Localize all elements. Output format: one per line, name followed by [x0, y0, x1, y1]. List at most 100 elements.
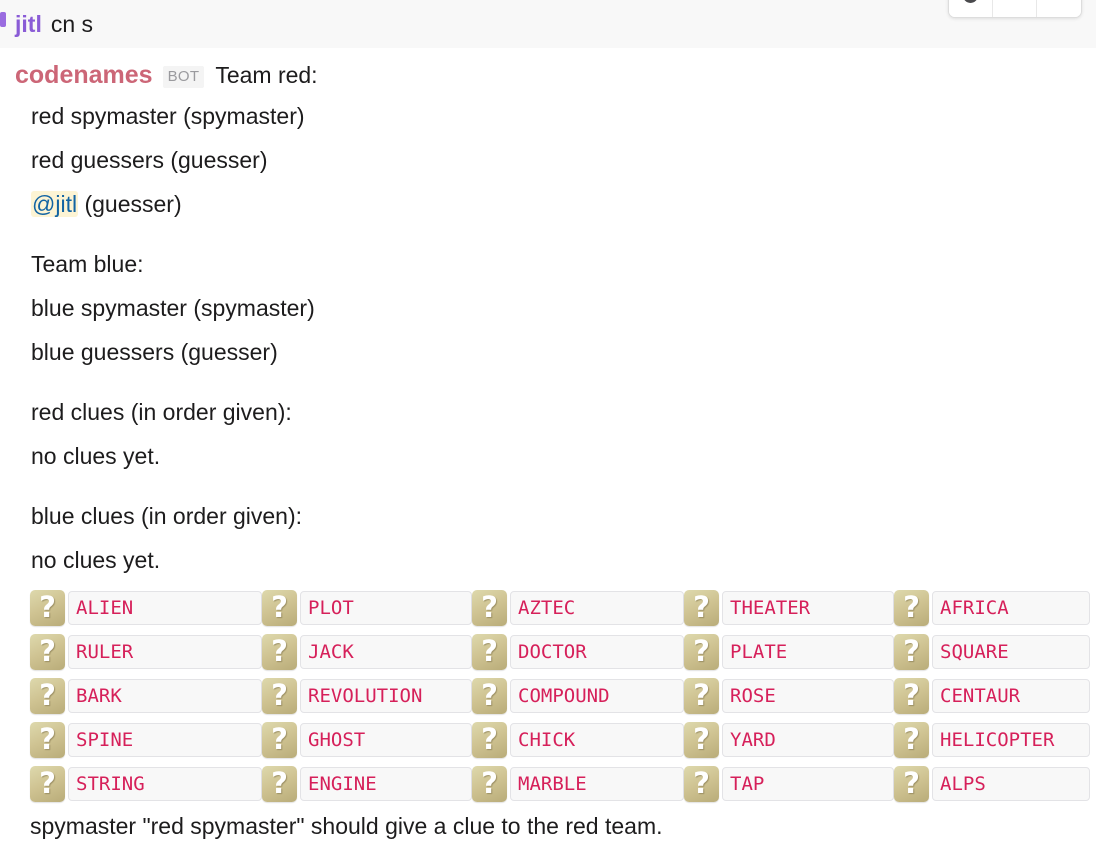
board-card[interactable]: TAP: [684, 766, 894, 802]
board-row: STRING ENGINE MARBLE TAP ALPS: [30, 762, 1090, 806]
board-card-word: PLATE: [722, 635, 894, 669]
board-card[interactable]: PLATE: [684, 634, 894, 670]
board-card-word: REVOLUTION: [300, 679, 472, 713]
board-card[interactable]: STRING: [30, 766, 262, 802]
question-mark-emoji-icon: [262, 722, 297, 758]
question-mark-emoji-icon: [472, 766, 507, 802]
board-row: SPINE GHOST CHICK YARD HELICOPTER: [30, 718, 1090, 762]
codenames-board: ALIEN PLOT AZTEC THEATER AFRICA RULER JACK DOCT…: [30, 586, 1090, 806]
question-mark-emoji-icon: [30, 766, 65, 802]
board-card[interactable]: CHICK: [472, 722, 684, 758]
red-clues-value: no clues yet.: [31, 443, 161, 469]
board-card[interactable]: RULER: [30, 634, 262, 670]
board-card[interactable]: THEATER: [684, 590, 894, 626]
board-card[interactable]: COMPOUND: [472, 678, 684, 714]
board-card-word: AZTEC: [510, 591, 684, 625]
board-row: ALIEN PLOT AZTEC THEATER AFRICA: [30, 586, 1090, 630]
board-card[interactable]: ALPS: [894, 766, 1090, 802]
question-mark-emoji-icon: [472, 590, 507, 626]
emoji-face-icon: [963, 0, 978, 3]
board-card-word: CENTAUR: [932, 679, 1090, 713]
board-card[interactable]: REVOLUTION: [262, 678, 472, 714]
board-card-word: CHICK: [510, 723, 684, 757]
bot-message-body: red spymaster (spymaster) red guessers (…: [31, 94, 1085, 582]
board-card-word: DOCTOR: [510, 635, 684, 669]
question-mark-emoji-icon: [262, 634, 297, 670]
question-mark-emoji-icon: [472, 678, 507, 714]
user-name-jitl[interactable]: jitl: [15, 11, 42, 37]
board-card-word: STRING: [68, 767, 262, 801]
board-card-word: JACK: [300, 635, 472, 669]
board-card[interactable]: SQUARE: [894, 634, 1090, 670]
blue-clues-section: blue clues (in order given): no clues ye…: [31, 494, 1085, 582]
board-row: BARK REVOLUTION COMPOUND ROSE CENTAUR: [30, 674, 1090, 718]
user-message-text: cn s: [50, 11, 94, 37]
board-card[interactable]: AFRICA: [894, 590, 1090, 626]
user-mention-jitl[interactable]: @jitl: [31, 191, 79, 217]
board-card-word: ALPS: [932, 767, 1090, 801]
question-mark-emoji-icon: [30, 722, 65, 758]
board-card-word: PLOT: [300, 591, 472, 625]
turn-instruction: spymaster "red spymaster" should give a …: [30, 813, 663, 839]
board-card[interactable]: ALIEN: [30, 590, 262, 626]
question-mark-emoji-icon: [30, 634, 65, 670]
question-mark-emoji-icon: [894, 766, 929, 802]
blue-clues-heading: blue clues (in order given):: [31, 503, 303, 529]
question-mark-emoji-icon: [894, 590, 929, 626]
board-card-word: TAP: [722, 767, 894, 801]
roster-line: blue spymaster (spymaster): [31, 295, 315, 321]
bot-name[interactable]: codenames: [15, 58, 153, 92]
roster-line-role: (guesser): [78, 191, 182, 217]
board-card[interactable]: AZTEC: [472, 590, 684, 626]
board-card-word: THEATER: [722, 591, 894, 625]
emoji-reaction-button[interactable]: [949, 0, 993, 17]
team-red-heading: Team red:: [215, 62, 318, 88]
board-card[interactable]: GHOST: [262, 722, 472, 758]
board-card[interactable]: JACK: [262, 634, 472, 670]
team-red-roster: red spymaster (spymaster) red guessers (…: [31, 94, 1085, 226]
bot-badge: BOT: [162, 66, 205, 88]
board-card[interactable]: CENTAUR: [894, 678, 1090, 714]
board-card[interactable]: YARD: [684, 722, 894, 758]
question-mark-emoji-icon: [262, 678, 297, 714]
question-mark-emoji-icon: [684, 678, 719, 714]
roster-line: blue guessers (guesser): [31, 339, 278, 365]
slack-message-pane: jitl cn s codenames BOT Team red: red spy…: [0, 0, 1096, 860]
question-mark-emoji-icon: [684, 766, 719, 802]
overflow-button[interactable]: [1037, 0, 1081, 17]
board-card[interactable]: MARBLE: [472, 766, 684, 802]
board-card[interactable]: BARK: [30, 678, 262, 714]
board-card-word: SPINE: [68, 723, 262, 757]
question-mark-emoji-icon: [684, 634, 719, 670]
bot-message: codenames BOT Team red: red spymaster (s…: [15, 58, 1085, 582]
board-card-word: AFRICA: [932, 591, 1090, 625]
board-card-word: GHOST: [300, 723, 472, 757]
question-mark-emoji-icon: [894, 634, 929, 670]
team-blue-roster: Team blue: blue spymaster (spymaster) bl…: [31, 242, 1085, 374]
question-mark-emoji-icon: [30, 678, 65, 714]
board-card-word: MARBLE: [510, 767, 684, 801]
board-card[interactable]: HELICOPTER: [894, 722, 1090, 758]
question-mark-emoji-icon: [684, 722, 719, 758]
roster-line: red guessers (guesser): [31, 147, 268, 173]
board-card[interactable]: ENGINE: [262, 766, 472, 802]
board-card-word: ROSE: [722, 679, 894, 713]
board-card-word: YARD: [722, 723, 894, 757]
question-mark-emoji-icon: [684, 590, 719, 626]
board-card[interactable]: DOCTOR: [472, 634, 684, 670]
board-card-word: BARK: [68, 679, 262, 713]
board-card-word: COMPOUND: [510, 679, 684, 713]
bot-message-header: codenames BOT Team red:: [15, 58, 1085, 94]
board-card[interactable]: PLOT: [262, 590, 472, 626]
red-clues-section: red clues (in order given): no clues yet…: [31, 390, 1085, 478]
board-card-word: RULER: [68, 635, 262, 669]
board-card-word: HELICOPTER: [932, 723, 1090, 757]
board-row: RULER JACK DOCTOR PLATE SQUARE: [30, 630, 1090, 674]
board-card[interactable]: ROSE: [684, 678, 894, 714]
board-card-word: SQUARE: [932, 635, 1090, 669]
question-mark-emoji-icon: [894, 722, 929, 758]
message-hover-toolbar[interactable]: [948, 0, 1082, 18]
board-card[interactable]: SPINE: [30, 722, 262, 758]
user-message-row[interactable]: jitl cn s: [0, 0, 1096, 48]
more-actions-button[interactable]: [993, 0, 1037, 17]
